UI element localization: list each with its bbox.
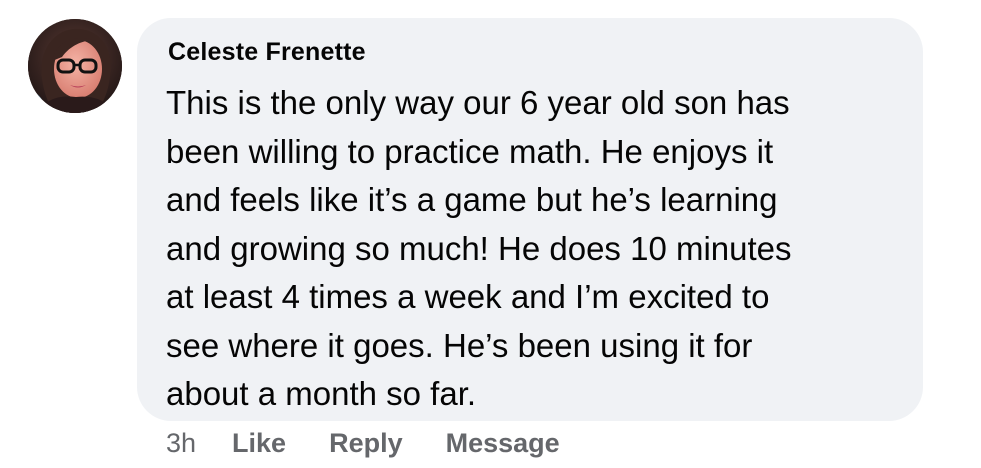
comment-text-line: about a month so far. — [166, 375, 477, 412]
comment-text-line: and feels like it’s a game but he’s lear… — [166, 181, 778, 218]
reply-button[interactable]: Reply — [329, 428, 403, 459]
comment-text-line: This is the only way our 6 year old son … — [166, 84, 790, 121]
comment-text-line: see where it goes. He’s been using it fo… — [166, 326, 753, 364]
comment-text: This is the only way our 6 year old son … — [166, 79, 906, 419]
message-button[interactable]: Message — [446, 428, 560, 459]
comment-timestamp[interactable]: 3h — [166, 428, 196, 459]
comment-text-line: at least 4 times a week and I’m excited … — [166, 278, 770, 315]
profile-avatar[interactable] — [28, 19, 122, 113]
comment-author-name[interactable]: Celeste Frenette — [168, 38, 366, 67]
comment-bubble: Celeste Frenette This is the only way ou… — [137, 18, 923, 421]
comment: Celeste Frenette This is the only way ou… — [0, 0, 981, 468]
comment-text-line: and growing so much! He does 10 minutes — [166, 229, 792, 267]
comment-actions: 3h Like Reply Message — [166, 423, 603, 463]
comment-text-line: been willing to practice math. He enjoys… — [166, 132, 774, 170]
avatar-photo-icon — [28, 19, 122, 113]
like-button[interactable]: Like — [232, 428, 286, 459]
